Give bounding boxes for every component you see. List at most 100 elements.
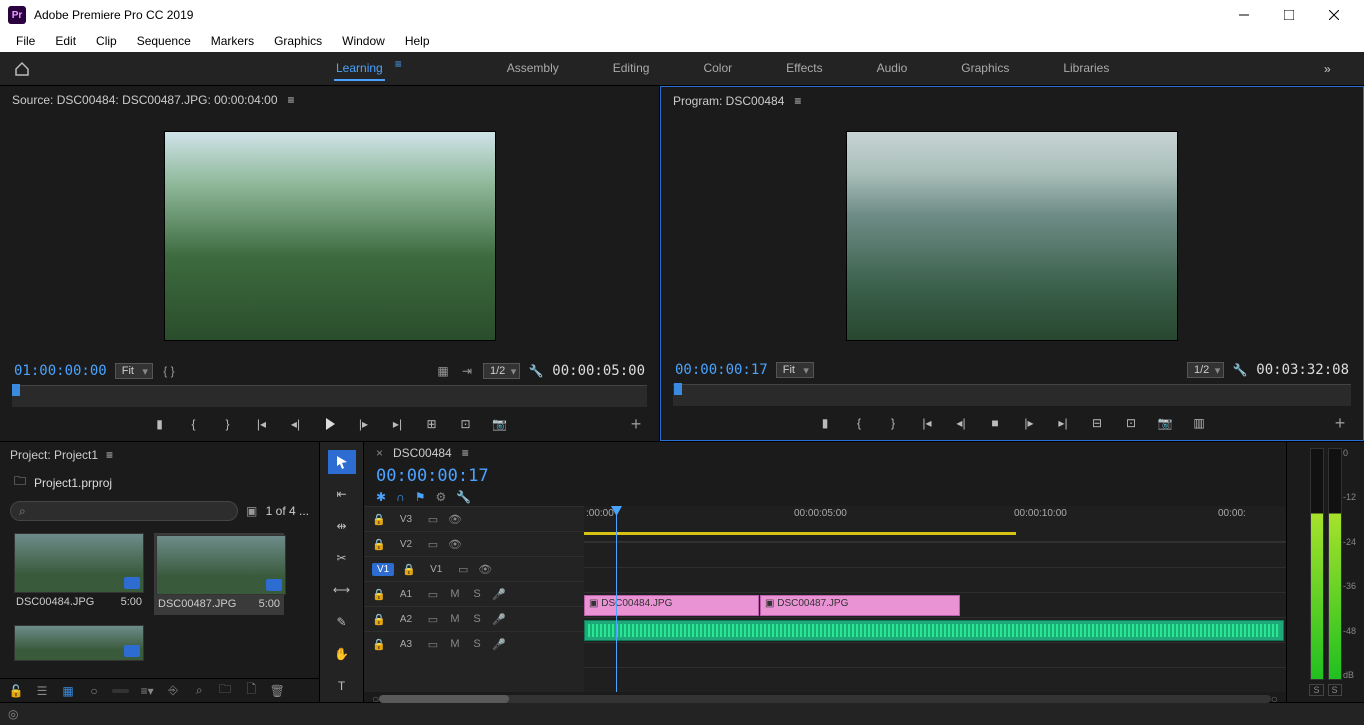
linked-selection-icon[interactable]: ∩ — [396, 490, 405, 504]
find-icon[interactable]: ⌕ — [191, 683, 207, 698]
minimize-button[interactable] — [1221, 0, 1266, 30]
workspace-audio[interactable]: Audio — [875, 57, 910, 81]
automate-icon[interactable]: ⎆ — [165, 683, 181, 698]
time-ruler[interactable]: :00:00 00:00:05:00 00:00:10:00 00:00: — [584, 506, 1286, 542]
lock-icon[interactable]: 🔒 — [372, 638, 386, 651]
track-v3[interactable] — [584, 542, 1286, 567]
mic-icon[interactable]: 🎤 — [492, 638, 506, 651]
source-zoom-dropdown[interactable]: 1/2 — [483, 363, 520, 379]
list-view-icon[interactable]: ☰ — [34, 684, 50, 698]
extract-icon[interactable]: ⊡ — [1120, 412, 1142, 434]
step-back-icon[interactable]: ◂| — [950, 412, 972, 434]
bin-item[interactable] — [14, 625, 144, 661]
pen-tool[interactable]: ✎ — [328, 610, 356, 634]
marker-icon[interactable]: ▮ — [814, 412, 836, 434]
insert-icon[interactable]: ⊞ — [421, 413, 443, 435]
in-point-icon[interactable]: { — [848, 412, 870, 434]
menu-help[interactable]: Help — [395, 32, 440, 50]
timeline-zoom-scroll[interactable]: ○○ — [364, 692, 1286, 706]
razor-tool[interactable]: ✂ — [328, 546, 356, 570]
program-zoom-dropdown[interactable]: 1/2 — [1187, 362, 1224, 378]
step-forward-icon[interactable]: |▸ — [1018, 412, 1040, 434]
playhead[interactable] — [616, 506, 617, 692]
workspace-learning[interactable]: Learning — [334, 57, 385, 81]
timeline-tracks-area[interactable]: :00:00 00:00:05:00 00:00:10:00 00:00: ▣ … — [584, 506, 1286, 692]
mic-icon[interactable]: 🎤 — [492, 588, 506, 601]
menu-window[interactable]: Window — [332, 32, 395, 50]
go-to-in-icon[interactable]: |◂ — [916, 412, 938, 434]
track-v2[interactable] — [584, 567, 1286, 592]
panel-menu-icon[interactable]: ≡ — [462, 446, 469, 460]
sort-icon[interactable]: ≡▾ — [139, 684, 155, 698]
source-patch-v1[interactable]: V1 — [372, 563, 394, 576]
bin-item[interactable]: DSC00487.JPG5:00 — [154, 533, 284, 615]
track-select-tool[interactable]: ⇤ — [328, 482, 356, 506]
lock-icon[interactable]: 🔒 — [372, 513, 386, 526]
workspace-menu-icon[interactable]: ≡ — [395, 57, 415, 81]
program-viewer[interactable] — [661, 115, 1363, 356]
in-point-icon[interactable]: { — [183, 413, 205, 435]
maximize-button[interactable] — [1266, 0, 1311, 30]
cc-icon[interactable]: ◎ — [8, 707, 18, 721]
eye-icon[interactable]: 👁 — [448, 513, 462, 526]
source-scrub-bar[interactable] — [12, 385, 647, 407]
solo-right[interactable]: S — [1328, 684, 1342, 696]
add-button[interactable]: + — [1329, 412, 1351, 434]
type-tool[interactable]: T — [328, 674, 356, 698]
overwrite-icon[interactable]: ⊡ — [455, 413, 477, 435]
play-button[interactable] — [319, 413, 341, 435]
workspace-effects[interactable]: Effects — [784, 57, 824, 81]
track-v1[interactable]: ▣ DSC00484.JPG ▣ DSC00487.JPG — [584, 592, 1286, 617]
timeline-timecode[interactable]: 00:00:00:17 — [364, 464, 1286, 488]
add-button[interactable]: + — [625, 413, 647, 435]
source-fit-dropdown[interactable]: Fit — [115, 363, 153, 379]
lock-icon[interactable]: 🔒 — [372, 538, 386, 551]
icon-view-icon[interactable]: ▦ — [60, 684, 76, 698]
ripple-edit-tool[interactable]: ⇹ — [328, 514, 356, 538]
marker-icon[interactable]: ▮ — [149, 413, 171, 435]
panel-menu-icon[interactable]: ≡ — [794, 94, 801, 108]
export-frame-icon[interactable]: 📷 — [1154, 412, 1176, 434]
workspace-assembly[interactable]: Assembly — [505, 57, 561, 81]
source-bracket-icon[interactable]: { } — [161, 363, 177, 379]
slip-tool[interactable]: ⟷ — [328, 578, 356, 602]
sync-lock-icon[interactable]: ▭ — [426, 513, 440, 526]
write-lock-icon[interactable]: 🔓 — [8, 684, 24, 698]
source-viewer[interactable] — [0, 114, 659, 357]
comparison-icon[interactable]: ▥ — [1188, 412, 1210, 434]
audio-clip[interactable] — [584, 620, 1284, 641]
delete-icon[interactable]: 🗑 — [269, 684, 285, 698]
sync-lock-icon[interactable]: ▭ — [426, 613, 440, 626]
menu-graphics[interactable]: Graphics — [264, 32, 332, 50]
track-a2[interactable] — [584, 642, 1286, 667]
add-marker-icon[interactable]: ⚑ — [415, 490, 426, 504]
out-point-icon[interactable]: } — [882, 412, 904, 434]
workspace-overflow-button[interactable]: » — [1324, 62, 1364, 76]
menu-sequence[interactable]: Sequence — [127, 32, 201, 50]
program-fit-dropdown[interactable]: Fit — [776, 362, 814, 378]
out-point-icon[interactable]: } — [217, 413, 239, 435]
solo-left[interactable]: S — [1309, 684, 1323, 696]
close-button[interactable] — [1311, 0, 1356, 30]
panel-menu-icon[interactable]: ≡ — [106, 448, 113, 462]
lock-icon[interactable]: 🔒 — [372, 613, 386, 626]
sequence-name[interactable]: DSC00484 — [393, 446, 452, 460]
source-timecode-in[interactable]: 01:00:00:00 — [14, 363, 107, 379]
new-item-icon[interactable]: 🗋 — [243, 680, 259, 701]
wrench-icon[interactable]: 🔧 — [456, 490, 471, 504]
wrench-icon[interactable]: 🔧 — [528, 363, 544, 379]
menu-edit[interactable]: Edit — [45, 32, 86, 50]
menu-clip[interactable]: Clip — [86, 32, 127, 50]
export-frame-icon[interactable]: 📷 — [489, 413, 511, 435]
selection-tool[interactable] — [328, 450, 356, 474]
hand-tool[interactable]: ✋ — [328, 642, 356, 666]
freeform-view-icon[interactable]: ○ — [86, 684, 102, 698]
lift-icon[interactable]: ⊟ — [1086, 412, 1108, 434]
workspace-color[interactable]: Color — [701, 57, 734, 81]
source-arrow-icon[interactable]: ⇥ — [459, 363, 475, 379]
video-clip[interactable]: ▣ DSC00487.JPG — [760, 595, 960, 616]
workspace-graphics[interactable]: Graphics — [959, 57, 1011, 81]
eye-icon[interactable]: 👁 — [478, 563, 492, 576]
home-button[interactable] — [0, 52, 44, 86]
lock-icon[interactable]: 🔒 — [402, 563, 416, 576]
